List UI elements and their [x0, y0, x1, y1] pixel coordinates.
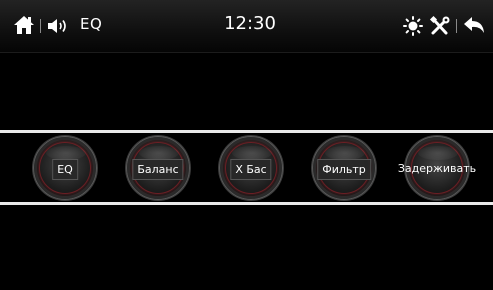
delay-button-label: Задерживать [397, 162, 477, 175]
x-bass-button-label: X Бас [230, 159, 272, 180]
bottom-divider [0, 202, 493, 205]
x-bass-button[interactable]: X Бас [219, 136, 283, 200]
home-icon[interactable] [13, 14, 35, 36]
filter-button-label: Фильтр [317, 159, 371, 180]
status-separator [40, 19, 41, 33]
status-bar: EQ 12:30 [0, 0, 493, 53]
volume-icon[interactable] [46, 16, 70, 36]
tools-icon[interactable] [429, 15, 451, 37]
screen-title: EQ [80, 15, 103, 33]
clock: 12:30 [224, 13, 276, 34]
back-icon[interactable] [462, 15, 486, 37]
brightness-icon[interactable] [403, 16, 423, 36]
eq-button-label: EQ [52, 159, 78, 180]
delay-button[interactable]: Задерживать [398, 136, 476, 200]
eq-button[interactable]: EQ [33, 136, 97, 200]
status-separator [456, 19, 457, 33]
filter-button[interactable]: Фильтр [312, 136, 376, 200]
balance-button[interactable]: Баланс [126, 136, 190, 200]
balance-button-label: Баланс [132, 159, 184, 180]
